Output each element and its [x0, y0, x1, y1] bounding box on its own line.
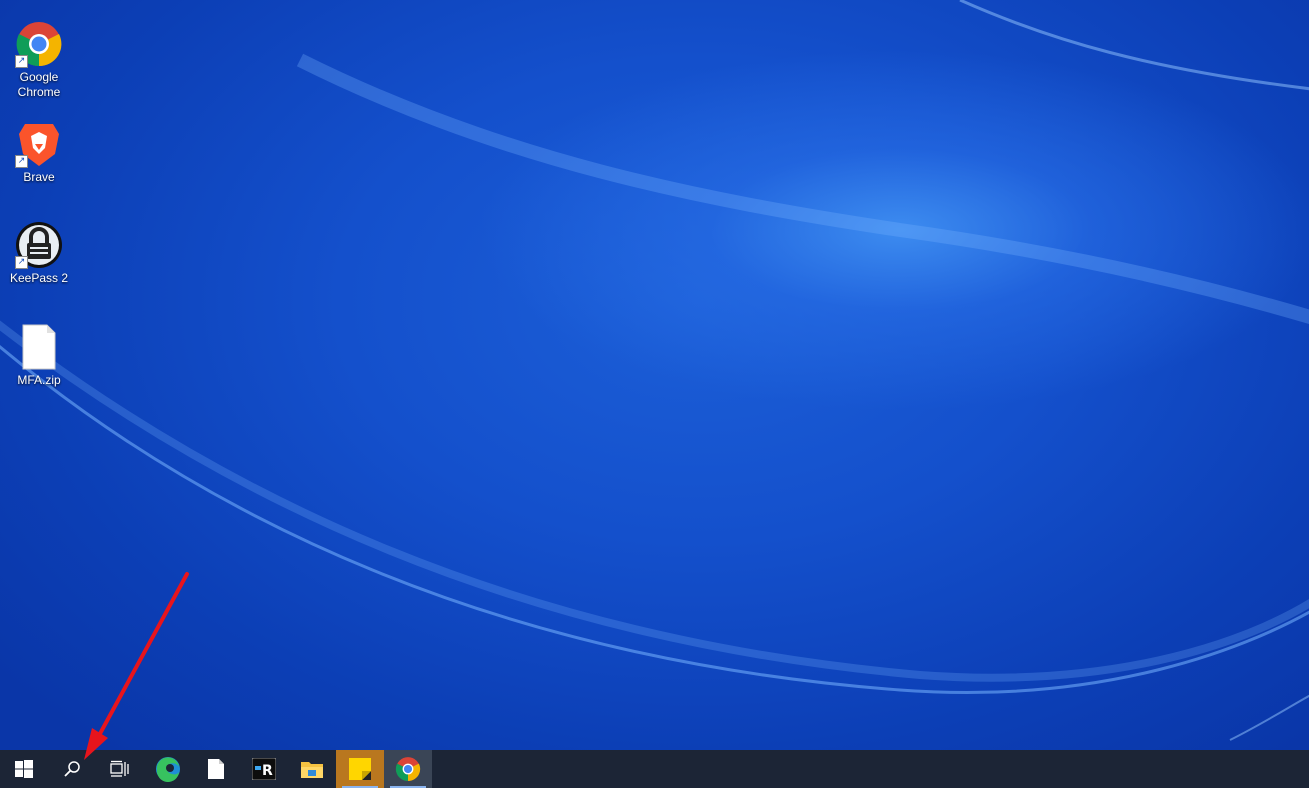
start-button[interactable]	[0, 750, 48, 788]
desktop-icon-brave[interactable]: ↗ Brave	[2, 120, 76, 185]
edge-icon	[156, 757, 180, 782]
wallpaper-waves	[0, 0, 1309, 741]
desktop-icon-mfa-zip[interactable]: MFA.zip	[2, 323, 76, 388]
desktop[interactable]: ↗ Google Chrome ↗ Brave ↗ KeePass 2 MFA.…	[0, 0, 1309, 750]
app-r-taskbar-button[interactable]: R	[240, 750, 288, 788]
desktop-icon-google-chrome[interactable]: ↗ Google Chrome	[2, 20, 76, 100]
app-r-icon: R	[252, 758, 276, 780]
svg-text:R: R	[262, 763, 273, 779]
task-view-button[interactable]	[96, 750, 144, 788]
desktop-icon-label: KeePass 2	[9, 271, 69, 285]
sticky-notes-taskbar-button[interactable]	[336, 750, 384, 788]
shortcut-arrow-icon: ↗	[15, 55, 28, 68]
task-view-icon	[110, 760, 129, 777]
shortcut-arrow-icon: ↗	[15, 155, 28, 168]
edge-taskbar-button[interactable]	[144, 750, 192, 788]
keepass-icon: ↗	[15, 221, 63, 269]
brave-icon: ↗	[15, 120, 63, 168]
file-icon	[208, 759, 224, 779]
chrome-icon	[395, 757, 421, 781]
file-icon	[15, 323, 63, 371]
desktop-icon-label: Google Chrome	[17, 70, 61, 99]
shortcut-arrow-icon: ↗	[15, 256, 28, 269]
windows-icon	[15, 760, 33, 778]
chrome-icon: ↗	[15, 20, 63, 68]
chrome-taskbar-button[interactable]	[384, 750, 432, 788]
document-taskbar-button[interactable]	[192, 750, 240, 788]
desktop-icon-keepass[interactable]: ↗ KeePass 2	[2, 221, 76, 286]
file-explorer-taskbar-button[interactable]	[288, 750, 336, 788]
search-button[interactable]	[48, 750, 96, 788]
search-icon	[64, 761, 80, 777]
desktop-icon-label: Brave	[23, 170, 55, 184]
desktop-icon-label: MFA.zip	[17, 373, 61, 387]
sticky-notes-icon	[349, 758, 371, 780]
taskbar: R	[0, 750, 1309, 788]
folder-icon	[301, 762, 323, 778]
